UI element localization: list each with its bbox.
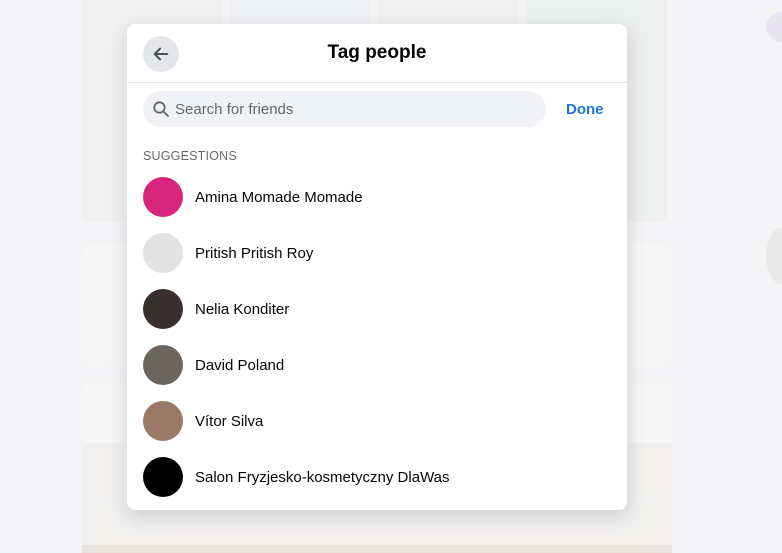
done-button[interactable]: Done [566, 101, 604, 118]
back-button[interactable] [143, 36, 179, 72]
suggestion-item[interactable]: Vítor Silva [127, 393, 627, 449]
suggestion-name: David Poland [195, 356, 285, 374]
suggestions-label: SUGGESTIONS [143, 149, 237, 163]
suggestion-item[interactable]: David Poland [127, 337, 627, 393]
suggestion-name: Vítor Silva [195, 412, 264, 430]
avatar [143, 401, 183, 441]
avatar [143, 177, 183, 217]
search-box[interactable] [143, 91, 546, 127]
search-icon [153, 101, 169, 117]
dialog-header: Tag people [127, 24, 627, 83]
suggestion-name: Nelia Konditer [195, 300, 290, 318]
avatar [143, 233, 183, 273]
suggestion-item[interactable]: Pritish Pritish Roy [127, 225, 627, 281]
arrow-left-icon [153, 47, 169, 61]
suggestion-name: Amina Momade Momade [195, 188, 363, 206]
search-input[interactable] [175, 100, 535, 118]
avatar [143, 289, 183, 329]
suggestion-item[interactable]: Nelia Konditer [127, 281, 627, 337]
avatar [143, 457, 183, 497]
suggestion-name: Salon Fryzjesko-kosmetyczny DlaWas [195, 468, 450, 486]
suggestions-list: Amina Momade Momade Pritish Pritish Roy Ne… [127, 169, 627, 505]
suggestion-item[interactable]: Salon Fryzjesko-kosmetyczny DlaWas [127, 449, 627, 505]
tag-people-dialog: Tag people Done SUGGESTIONS Amina Momade… [127, 24, 627, 510]
dialog-title: Tag people [327, 42, 427, 63]
avatar [143, 345, 183, 385]
suggestion-item[interactable]: Amina Momade Momade [127, 169, 627, 225]
suggestion-name: Pritish Pritish Roy [195, 244, 314, 262]
